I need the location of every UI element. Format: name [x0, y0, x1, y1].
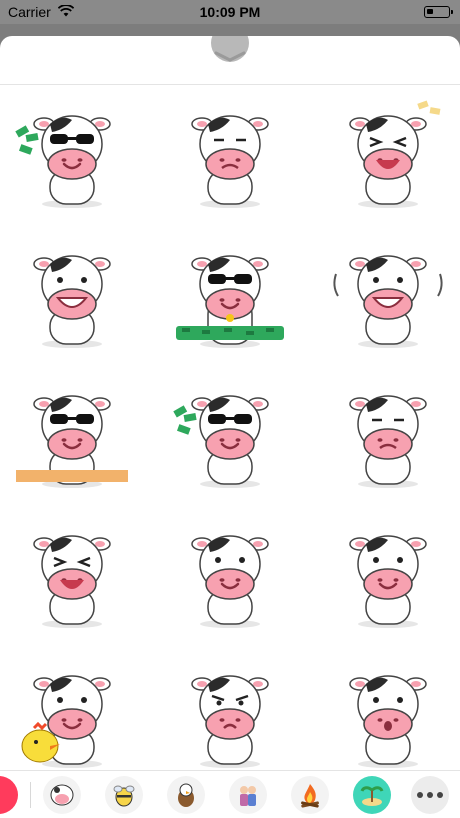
sticker-cow-sad-sighing[interactable]	[172, 94, 288, 210]
cow-icon	[191, 675, 269, 768]
sticker-cow-shivering[interactable]	[330, 234, 446, 350]
sticker-cow-laughing[interactable]	[330, 94, 446, 210]
cow-icon	[173, 395, 269, 488]
bee-sticker-pack-icon[interactable]	[105, 776, 143, 814]
sticker-cow-sunglasses-money-2[interactable]	[172, 374, 288, 490]
cow-icon	[15, 115, 111, 208]
sticker-cow-squinting-smile[interactable]	[14, 514, 130, 630]
island-sticker-pack-icon[interactable]	[353, 776, 391, 814]
sticker-cow-dizzy-money[interactable]	[330, 374, 446, 490]
sticker-grid	[0, 88, 460, 768]
tray-separator	[30, 782, 31, 808]
cow-icon	[176, 255, 284, 348]
sticker-cow-side-glance[interactable]	[330, 514, 446, 630]
cow-icon	[349, 535, 427, 628]
sticker-drawer	[0, 36, 460, 818]
cow-icon	[191, 115, 269, 208]
sticker-cow-grinning[interactable]	[14, 234, 130, 350]
eagle-sticker-pack-icon[interactable]	[167, 776, 205, 814]
sticker-cow-grumpy[interactable]	[172, 654, 288, 770]
more-icon[interactable]	[411, 776, 449, 814]
sticker-cow-with-chick[interactable]	[14, 654, 130, 770]
couple-sticker-pack-icon[interactable]	[229, 776, 267, 814]
sticker-cow-cool-at-table[interactable]	[14, 374, 130, 490]
sticker-cow-money-pile[interactable]	[172, 234, 288, 350]
tray-divider	[0, 770, 460, 771]
cow-sticker-pack-icon[interactable]	[43, 776, 81, 814]
cow-icon	[349, 675, 427, 768]
cow-icon	[333, 255, 443, 348]
sticker-cow-blank-stare[interactable]	[172, 514, 288, 630]
cow-icon	[33, 535, 111, 628]
chevron-down-icon[interactable]	[212, 50, 248, 64]
cow-icon	[191, 535, 269, 628]
clock: 10:09 PM	[199, 4, 261, 20]
sticker-cow-sunglasses-money[interactable]	[14, 94, 130, 210]
recents-app-icon[interactable]	[0, 776, 18, 814]
campfire-sticker-pack-icon[interactable]	[291, 776, 329, 814]
battery-icon	[424, 6, 453, 18]
cow-icon	[21, 675, 111, 768]
sticker-cow-surprised[interactable]	[330, 654, 446, 770]
cow-icon	[349, 395, 427, 488]
cow-icon	[16, 395, 128, 488]
cow-icon	[33, 255, 111, 348]
cow-icon	[349, 100, 441, 208]
app-tray	[0, 772, 460, 818]
header-divider	[0, 84, 460, 85]
status-bar: Carrier 10:09 PM	[0, 0, 460, 24]
